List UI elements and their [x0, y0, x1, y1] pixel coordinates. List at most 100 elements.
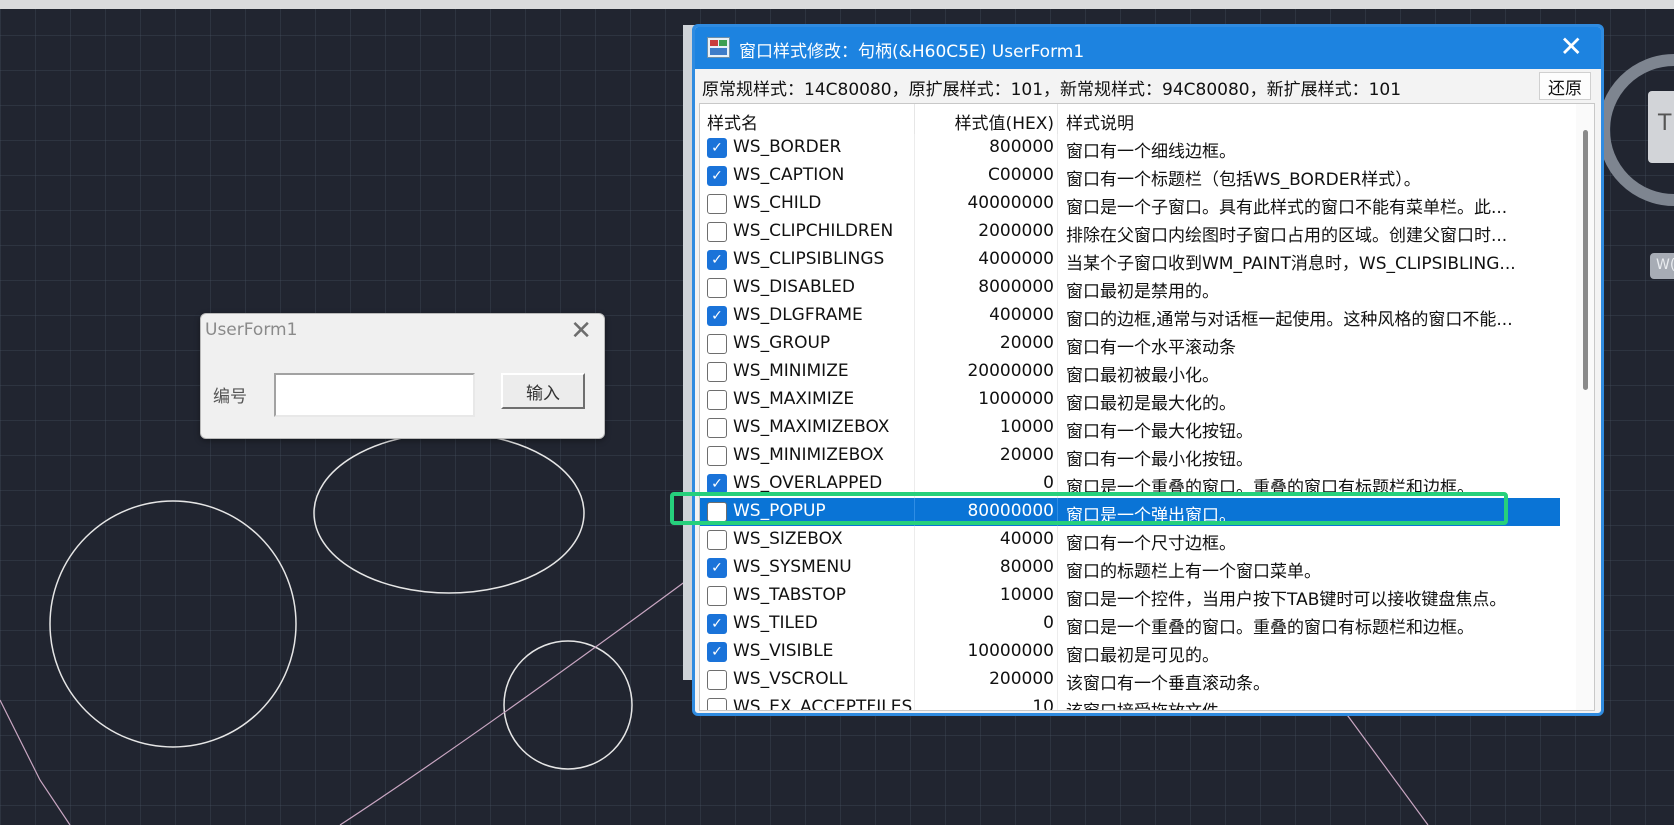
style-checkbox[interactable]	[707, 530, 727, 550]
style-name: WS_CAPTION	[733, 165, 845, 185]
list-item[interactable]: WS_VSCROLL 200000 该窗口有一个垂直滚动条。	[700, 666, 1560, 694]
style-name: WS_CHILD	[733, 193, 822, 213]
restore-button[interactable]: 还原	[1539, 72, 1591, 100]
style-checkbox[interactable]	[707, 334, 727, 354]
style-dialog: 窗口样式修改：句柄(&H60C5E) UserForm1 ✕ 原常规样式：14C…	[692, 24, 1604, 716]
style-hex: 800000	[989, 137, 1054, 157]
style-desc: 窗口有一个尺寸边框。	[1066, 534, 1236, 554]
cad-arc-left	[0, 699, 71, 825]
style-checkbox[interactable]	[707, 362, 727, 382]
style-desc: 该窗口接受拖放文件。	[1066, 697, 1556, 710]
style-desc: 当某个子窗口收到WM_PAINT消息时，WS_CLIPSIBLING...	[1066, 254, 1516, 274]
style-hex: 2000000	[978, 221, 1054, 241]
style-desc: 窗口的标题栏上有一个窗口菜单。	[1066, 562, 1321, 582]
list-item[interactable]: ✓ WS_BORDER 800000 窗口有一个细线边框。	[700, 134, 1560, 162]
style-checkbox[interactable]	[707, 586, 727, 606]
style-checkbox[interactable]	[707, 194, 727, 214]
style-desc: 窗口有一个细线边框。	[1066, 142, 1236, 162]
style-name: WS_TABSTOP	[733, 585, 846, 605]
style-checkbox[interactable]: ✓	[707, 614, 727, 634]
style-hex: 20000000	[967, 361, 1054, 381]
list-item[interactable]: WS_MAXIMIZEBOX 10000 窗口有一个最大化按钮。	[700, 414, 1560, 442]
style-list[interactable]: 样式名 样式值(HEX) 样式说明 ✓ WS_BORDER 800000 窗口有一个细…	[699, 103, 1595, 711]
style-desc: 窗口有一个标题栏（包括WS_BORDER样式）。	[1066, 170, 1421, 190]
style-hex: 400000	[989, 305, 1054, 325]
style-info-text: 原常规样式：14C80080，原扩展样式：101，新常规样式：94C80080，…	[702, 80, 1402, 100]
style-checkbox[interactable]	[707, 390, 727, 410]
style-name: WS_VISIBLE	[733, 641, 834, 661]
scrollbar-thumb[interactable]	[1583, 130, 1588, 390]
close-icon[interactable]: ✕	[570, 316, 592, 346]
id-input[interactable]	[274, 373, 475, 417]
cad-arc-center	[339, 577, 691, 825]
list-item[interactable]: WS_EX_ACCEPTFILES 10 该窗口接受拖放文件。	[700, 694, 1560, 711]
style-checkbox[interactable]: ✓	[707, 474, 727, 494]
cad-circle-large	[49, 500, 297, 748]
style-name: WS_OVERLAPPED	[733, 473, 883, 493]
column-header-desc[interactable]: 样式说明	[1066, 109, 1134, 134]
style-hex: 10	[1032, 697, 1054, 711]
style-name: WS_SYSMENU	[733, 557, 852, 577]
style-checkbox[interactable]	[707, 670, 727, 690]
id-label: 编号	[213, 387, 247, 407]
input-button[interactable]: 输入	[501, 373, 585, 409]
style-checkbox[interactable]	[707, 222, 727, 242]
style-checkbox[interactable]	[707, 446, 727, 466]
style-hex: 10000	[999, 417, 1054, 437]
list-item[interactable]: WS_CHILD 40000000 窗口是一个子窗口。具有此样式的窗口不能有菜单栏。…	[700, 190, 1560, 218]
vertical-scrollbar[interactable]	[1576, 104, 1594, 710]
style-checkbox[interactable]: ✓	[707, 250, 727, 270]
list-item[interactable]: ✓ WS_VISIBLE 10000000 窗口最初是可见的。	[700, 638, 1560, 666]
style-hex: 10000000	[967, 641, 1054, 661]
style-hex: C00000	[988, 165, 1054, 185]
selection-highlight-box	[670, 492, 1508, 525]
style-checkbox[interactable]	[707, 698, 727, 710]
style-name: WS_GROUP	[733, 333, 831, 353]
style-name: WS_MAXIMIZE	[733, 389, 855, 409]
toolbar-fragment-letter: T	[1658, 111, 1672, 136]
cad-line-right	[1344, 711, 1429, 825]
list-item[interactable]: WS_MINIMIZE 20000000 窗口最初被最小化。	[700, 358, 1560, 386]
list-item[interactable]: WS_MAXIMIZE 1000000 窗口最初是最大化的。	[700, 386, 1560, 414]
userform-window: UserForm1 ✕ 编号 输入	[200, 313, 605, 439]
style-checkbox[interactable]: ✓	[707, 166, 727, 186]
style-hex: 0	[1043, 613, 1054, 633]
style-name: WS_TILED	[733, 613, 818, 633]
list-item[interactable]: WS_DISABLED 8000000 窗口最初是禁用的。	[700, 274, 1560, 302]
list-item[interactable]: ✓ WS_TILED 0 窗口是一个重叠的窗口。重叠的窗口有标题栏和边框。	[700, 610, 1560, 638]
dialog-titlebar[interactable]: 窗口样式修改：句柄(&H60C5E) UserForm1 ✕	[695, 27, 1601, 69]
style-checkbox[interactable]: ✓	[707, 558, 727, 578]
style-hex: 20000	[999, 333, 1054, 353]
close-icon[interactable]: ✕	[1560, 30, 1583, 64]
dialog-title: 窗口样式修改：句柄(&H60C5E) UserForm1	[739, 42, 1085, 62]
style-checkbox[interactable]	[707, 278, 727, 298]
style-desc: 窗口是一个重叠的窗口。重叠的窗口有标题栏和边框。	[1066, 618, 1474, 638]
list-item[interactable]: ✓ WS_CAPTION C00000 窗口有一个标题栏（包括WS_BORDER样式）…	[700, 162, 1560, 190]
style-desc: 窗口是一个控件，当用户按下TAB键时可以接收键盘焦点。	[1066, 590, 1507, 610]
style-info-bar: 原常规样式：14C80080，原扩展样式：101，新常规样式：94C80080，…	[695, 69, 1601, 101]
style-desc: 窗口最初被最小化。	[1066, 366, 1219, 386]
style-name: WS_CLIPSIBLINGS	[733, 249, 885, 269]
toolbar-fragment-icon[interactable]: T	[1648, 91, 1674, 163]
style-checkbox[interactable]	[707, 418, 727, 438]
list-item[interactable]: ✓ WS_DLGFRAME 400000 窗口的边框,通常与对话框一起使用。这种风格的…	[700, 302, 1560, 330]
style-checkbox[interactable]: ✓	[707, 642, 727, 662]
list-item[interactable]: WS_GROUP 20000 窗口有一个水平滚动条	[700, 330, 1560, 358]
cad-ellipse	[313, 432, 585, 594]
toolbar-fragment-badge: W(	[1650, 253, 1674, 279]
list-item[interactable]: WS_SIZEBOX 40000 窗口有一个尺寸边框。	[700, 526, 1560, 554]
column-header-name[interactable]: 样式名	[707, 109, 758, 134]
column-header-hex[interactable]: 样式值(HEX)	[918, 109, 1054, 134]
style-desc: 窗口有一个水平滚动条	[1066, 338, 1236, 358]
style-checkbox[interactable]: ✓	[707, 138, 727, 158]
style-desc: 窗口最初是可见的。	[1066, 646, 1219, 666]
style-hex: 4000000	[978, 249, 1054, 269]
list-item[interactable]: ✓ WS_CLIPSIBLINGS 4000000 当某个子窗口收到WM_PAINT消…	[700, 246, 1560, 274]
style-hex: 80000	[999, 557, 1054, 577]
style-checkbox[interactable]: ✓	[707, 306, 727, 326]
list-item[interactable]: WS_TABSTOP 10000 窗口是一个控件，当用户按下TAB键时可以接收键盘焦…	[700, 582, 1560, 610]
list-item[interactable]: WS_MINIMIZEBOX 20000 窗口有一个最小化按钮。	[700, 442, 1560, 470]
list-item[interactable]: WS_CLIPCHILDREN 2000000 排除在父窗口内绘图时子窗口占用的区域…	[700, 218, 1560, 246]
style-desc: 窗口最初是最大化的。	[1066, 394, 1236, 414]
list-item[interactable]: ✓ WS_SYSMENU 80000 窗口的标题栏上有一个窗口菜单。	[700, 554, 1560, 582]
